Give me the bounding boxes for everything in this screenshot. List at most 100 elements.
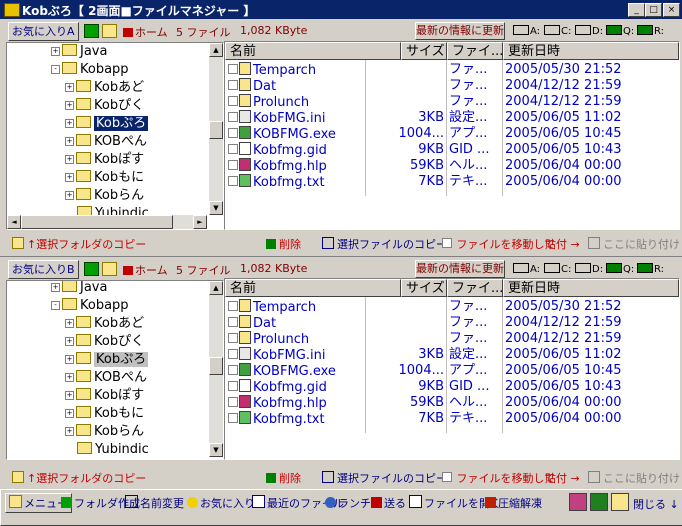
tree-item-kobmoni[interactable]: + Kobもに <box>65 169 144 187</box>
delete-button[interactable]: 削除 <box>266 470 301 486</box>
scroll-left-icon[interactable]: ◄ <box>7 215 21 229</box>
tree-item-kobmoni[interactable]: + Kobもに <box>65 405 144 423</box>
favorites-button[interactable]: お気に入り <box>187 495 255 511</box>
paste-button[interactable]: 貼付 → <box>545 470 580 486</box>
layout-toggle-icon[interactable] <box>569 493 587 511</box>
file-row[interactable]: Temparch ファ... 2005/05/30 21:52 <box>225 62 679 78</box>
collapse-toggle[interactable]: - <box>51 301 60 310</box>
copy-folder-button[interactable]: ↑選択フォルダのコピー <box>12 470 146 486</box>
row-checkbox[interactable] <box>228 144 238 154</box>
file-row[interactable]: KOBFMG.exe 1004... アプ... 2005/06/05 10:45 <box>225 363 679 379</box>
row-checkbox[interactable] <box>228 80 238 90</box>
paste-here-button[interactable]: ここに貼り付け <box>588 236 680 252</box>
row-checkbox[interactable] <box>228 112 238 122</box>
copy-files-button[interactable]: 選択ファイルのコピー <box>322 236 447 252</box>
row-checkbox[interactable] <box>228 317 238 327</box>
send-button[interactable]: 送る <box>371 495 406 511</box>
drive-c-button[interactable]: C: <box>544 25 571 37</box>
column-header-name[interactable]: 名前 <box>225 42 401 60</box>
expand-toggle[interactable]: + <box>65 83 74 92</box>
refresh-button[interactable]: 最新の情報に更新 <box>415 22 505 40</box>
file-row[interactable]: KOBFMG.exe 1004... アプ... 2005/06/05 10:45 <box>225 126 679 142</box>
delete-button[interactable]: 削除 <box>266 236 301 252</box>
tree-item-kobado[interactable]: + Kobあど <box>65 315 144 333</box>
tree-item-kobran[interactable]: + Kobらん <box>65 423 144 441</box>
home-button[interactable]: ホーム <box>123 24 168 40</box>
app-folder-icon[interactable] <box>4 3 20 17</box>
scroll-right-icon[interactable]: ► <box>193 215 207 229</box>
paste-here-button[interactable]: ここに貼り付け <box>588 470 680 486</box>
tree-item-yubindic[interactable]: Yubindic <box>77 441 149 459</box>
tree-item-kobposu[interactable]: + Kobぽす <box>65 151 144 169</box>
drive-a-button[interactable]: A: <box>513 263 540 275</box>
tree-item-kobado[interactable]: + Kobあど <box>65 79 144 97</box>
tree-item-kobpen[interactable]: + KOBぺん <box>65 133 147 151</box>
drive-a-button[interactable]: A: <box>513 25 540 37</box>
explorer-icon[interactable] <box>611 493 629 511</box>
home-button[interactable]: ホーム <box>123 262 168 278</box>
drive-r-button[interactable]: R: <box>637 25 664 37</box>
minimize-button[interactable]: _ <box>628 3 645 17</box>
row-checkbox[interactable] <box>228 160 238 170</box>
close-button[interactable]: × <box>663 3 680 17</box>
extract-button[interactable]: 圧縮解凍 <box>485 495 542 511</box>
row-checkbox[interactable] <box>228 413 238 423</box>
maximize-button[interactable]: □ <box>645 3 662 17</box>
tree-horizontal-scrollbar[interactable]: ◄ ► <box>7 215 207 229</box>
expand-toggle[interactable]: + <box>65 355 74 364</box>
column-header-name[interactable]: 名前 <box>225 279 401 297</box>
tree-item-kobpuro[interactable]: + Kobぷろ <box>65 351 149 369</box>
expand-toggle[interactable]: + <box>65 101 74 110</box>
row-checkbox[interactable] <box>228 128 238 138</box>
tree-vertical-scrollbar[interactable]: ▲ ▼ <box>209 43 223 215</box>
file-row[interactable]: Prolunch ファ... 2004/12/12 21:59 <box>225 331 679 347</box>
file-row[interactable]: Kobfmg.hlp 59KB ヘル... 2005/06/04 00:00 <box>225 158 679 174</box>
expand-toggle[interactable]: + <box>51 283 60 292</box>
file-row[interactable]: Kobfmg.txt 7KB テキ... 2005/06/04 00:00 <box>225 411 679 427</box>
scroll-thumb[interactable] <box>209 121 223 139</box>
file-row[interactable]: Kobfmg.txt 7KB テキ... 2005/06/04 00:00 <box>225 174 679 190</box>
refresh-button[interactable]: 最新の情報に更新 <box>415 260 505 278</box>
tree-item-kobapp[interactable]: - Kobapp <box>51 297 129 315</box>
rename-button[interactable]: 名前変更 <box>125 495 184 511</box>
file-row[interactable]: Kobfmg.gid 9KB GID ... 2005/06/05 10:43 <box>225 142 679 158</box>
tree-item-kobpuro[interactable]: + Kobぷろ <box>65 115 149 133</box>
move-checkbox[interactable] <box>442 472 452 482</box>
scroll-up-icon[interactable]: ▲ <box>209 43 223 57</box>
row-checkbox[interactable] <box>228 349 238 359</box>
expand-toggle[interactable]: + <box>65 155 74 164</box>
favorites-a-button[interactable]: お気に入りA <box>8 22 79 41</box>
expand-toggle[interactable]: + <box>65 427 74 436</box>
expand-toggle[interactable]: + <box>65 173 74 182</box>
paste-button[interactable]: 貼付 → <box>545 236 580 252</box>
row-checkbox[interactable] <box>228 64 238 74</box>
drive-c-button[interactable]: C: <box>544 263 571 275</box>
expand-toggle[interactable]: + <box>65 119 74 128</box>
move-checkbox[interactable] <box>442 238 452 248</box>
row-checkbox[interactable] <box>228 301 238 311</box>
title-bar[interactable]: Kobぶろ【 2画面■ファイルマネジャー 】 _ □ × <box>0 0 682 19</box>
pane-divider[interactable] <box>0 256 682 257</box>
expand-toggle[interactable]: + <box>65 409 74 418</box>
launch-button[interactable]: ランチ <box>325 495 371 511</box>
bottom-folder-tree[interactable]: + Java - Kobapp + Kobあど + Kobぴく + Kobぷろ + KOBぺ… <box>6 280 224 460</box>
file-row[interactable]: KobFMG.ini 3KB 設定... 2005/06/05 11:02 <box>225 347 679 363</box>
tree-item-kobposu[interactable]: + Kobぽす <box>65 387 144 405</box>
file-row[interactable]: Prolunch ファ... 2004/12/12 21:59 <box>225 94 679 110</box>
tree-item-kobran[interactable]: + Kobらん <box>65 187 144 205</box>
column-header-size[interactable]: サイズ <box>401 279 447 297</box>
column-header-type[interactable]: ファイ... <box>447 279 503 297</box>
expand-toggle[interactable]: + <box>65 373 74 382</box>
tree-item-kobpiku[interactable]: + Kobぴく <box>65 97 144 115</box>
scroll-up-icon[interactable]: ▲ <box>209 281 223 295</box>
expand-toggle[interactable]: + <box>65 191 74 200</box>
file-row[interactable]: Dat ファ... 2004/12/12 21:59 <box>225 78 679 94</box>
expand-toggle[interactable]: + <box>65 137 74 146</box>
tree-item-kobpiku[interactable]: + Kobぴく <box>65 333 144 351</box>
file-row[interactable]: Temparch ファ... 2005/05/30 21:52 <box>225 299 679 315</box>
collapse-toggle[interactable]: - <box>51 65 60 74</box>
top-folder-tree[interactable]: + Java - Kobapp + Kobあど + Kobぴく + Kobぷろ + KOBぺ… <box>6 42 224 230</box>
scroll-down-icon[interactable]: ▼ <box>209 201 223 215</box>
expand-toggle[interactable]: + <box>65 391 74 400</box>
tree-item-java[interactable]: + Java <box>51 43 107 61</box>
